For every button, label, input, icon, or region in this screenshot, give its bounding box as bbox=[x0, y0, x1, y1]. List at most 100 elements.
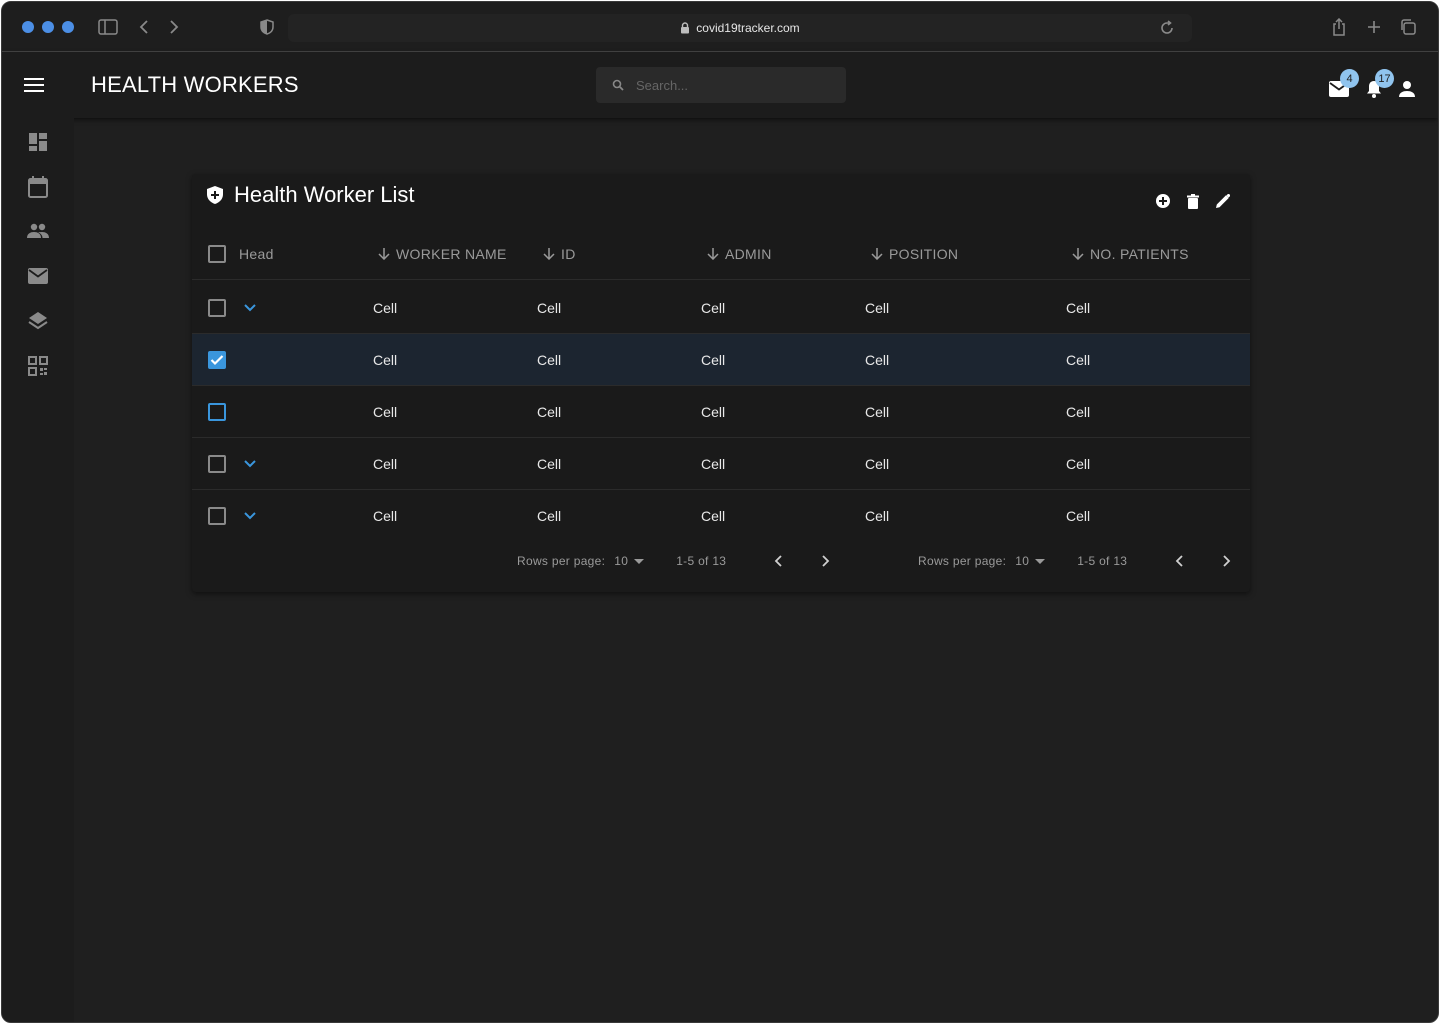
column-head[interactable]: Head bbox=[239, 246, 274, 262]
select-all-checkbox[interactable] bbox=[208, 245, 226, 263]
check-icon bbox=[210, 355, 224, 366]
sort-arrow-icon bbox=[543, 248, 555, 260]
notifications-button[interactable]: 17 bbox=[1363, 69, 1394, 100]
sort-arrow-icon bbox=[1072, 248, 1084, 260]
delete-icon[interactable] bbox=[1184, 192, 1202, 210]
dropdown-arrow-icon bbox=[1035, 558, 1046, 564]
previous-page-icon[interactable] bbox=[1170, 552, 1188, 570]
table-cell: Cell bbox=[865, 300, 890, 316]
table-cell: Cell bbox=[1066, 352, 1091, 368]
previous-page-icon[interactable] bbox=[769, 552, 787, 570]
table-row[interactable]: Cell Cell Cell Cell Cell bbox=[192, 490, 1250, 542]
mail-icon[interactable] bbox=[26, 264, 50, 288]
search-icon bbox=[612, 79, 624, 91]
address-bar[interactable]: covid19tracker.com bbox=[288, 14, 1192, 42]
row-checkbox[interactable] bbox=[208, 403, 226, 421]
rows-per-page-label: Rows per page: bbox=[517, 554, 606, 568]
table-cell: Cell bbox=[701, 300, 726, 316]
table-row[interactable]: Cell Cell Cell Cell Cell bbox=[192, 438, 1250, 490]
lock-icon bbox=[681, 22, 690, 34]
column-patients[interactable]: NO. PATIENTS bbox=[1072, 246, 1189, 262]
table-cell: Cell bbox=[701, 404, 726, 420]
chevron-down-icon[interactable] bbox=[242, 456, 258, 472]
table-cell: Cell bbox=[373, 404, 398, 420]
back-icon[interactable] bbox=[133, 16, 155, 38]
row-checkbox[interactable] bbox=[208, 455, 226, 473]
reload-icon[interactable] bbox=[1158, 19, 1182, 40]
row-checkbox[interactable] bbox=[208, 299, 226, 317]
window-controls bbox=[22, 21, 74, 33]
dashboard-icon[interactable] bbox=[26, 130, 50, 154]
close-window-button[interactable] bbox=[22, 21, 34, 33]
search-input[interactable] bbox=[636, 77, 826, 93]
rows-per-page-select[interactable]: 10 bbox=[1015, 554, 1046, 568]
column-worker-name[interactable]: WORKER NAME bbox=[378, 246, 507, 262]
rows-per-page-select[interactable]: 10 bbox=[614, 554, 645, 568]
table-cell: Cell bbox=[373, 300, 398, 316]
sidebar-toggle-icon[interactable] bbox=[97, 16, 119, 38]
column-id[interactable]: ID bbox=[543, 246, 576, 262]
shield-plus-icon bbox=[206, 185, 224, 205]
browser-toolbar: covid19tracker.com bbox=[2, 2, 1438, 52]
app-bar: HEALTH WORKERS 4 17 bbox=[2, 52, 1438, 118]
pagination: Rows per page: 10 1-5 of 13 bbox=[918, 554, 1248, 568]
next-page-icon[interactable] bbox=[1218, 552, 1236, 570]
card-header: Health Worker List bbox=[206, 182, 415, 208]
table-row[interactable]: Cell Cell Cell Cell Cell bbox=[192, 334, 1250, 386]
table-cell: Cell bbox=[373, 352, 398, 368]
table-cell: Cell bbox=[537, 456, 562, 472]
account-icon[interactable] bbox=[1396, 78, 1418, 100]
page-range: 1-5 of 13 bbox=[1077, 554, 1128, 568]
add-circle-icon[interactable] bbox=[1154, 192, 1172, 210]
column-worker-name-label: WORKER NAME bbox=[396, 246, 507, 262]
card-title: Health Worker List bbox=[234, 182, 415, 207]
column-head-label: Head bbox=[239, 246, 274, 262]
page-title: HEALTH WORKERS bbox=[91, 72, 299, 97]
column-id-label: ID bbox=[561, 246, 576, 262]
next-page-icon[interactable] bbox=[817, 552, 835, 570]
rows-per-page-value: 10 bbox=[1015, 554, 1030, 568]
table-cell: Cell bbox=[1066, 508, 1091, 524]
mail-button[interactable]: 4 bbox=[1328, 69, 1359, 100]
table-cell: Cell bbox=[865, 352, 890, 368]
edit-icon[interactable] bbox=[1214, 192, 1232, 210]
table-header: Head WORKER NAME ID ADMIN POSITION NO. P… bbox=[192, 228, 1250, 280]
sort-arrow-icon bbox=[871, 248, 883, 260]
column-patients-label: NO. PATIENTS bbox=[1090, 246, 1189, 262]
rows-per-page-value: 10 bbox=[614, 554, 629, 568]
zoom-window-button[interactable] bbox=[62, 21, 74, 33]
column-admin[interactable]: ADMIN bbox=[707, 246, 772, 262]
forward-icon[interactable] bbox=[163, 16, 185, 38]
browser-window: covid19tracker.com HEALTH WORKERS Search… bbox=[1, 1, 1439, 1023]
table-cell: Cell bbox=[1066, 300, 1091, 316]
menu-icon[interactable] bbox=[22, 73, 46, 97]
share-icon[interactable] bbox=[1328, 16, 1350, 38]
table-cell: Cell bbox=[537, 300, 562, 316]
qr-icon[interactable] bbox=[26, 354, 50, 378]
table-cell: Cell bbox=[865, 404, 890, 420]
column-position[interactable]: POSITION bbox=[871, 246, 958, 262]
table-cell: Cell bbox=[373, 456, 398, 472]
url-text: covid19tracker.com bbox=[696, 21, 800, 35]
notifications-badge: 17 bbox=[1375, 69, 1394, 88]
table-cell: Cell bbox=[865, 456, 890, 472]
people-icon[interactable] bbox=[26, 219, 50, 243]
table-row[interactable]: Cell Cell Cell Cell Cell bbox=[192, 386, 1250, 438]
search-box bbox=[596, 67, 846, 103]
table-cell: Cell bbox=[701, 456, 726, 472]
column-position-label: POSITION bbox=[889, 246, 959, 262]
calendar-icon[interactable] bbox=[26, 175, 50, 199]
table-cell: Cell bbox=[701, 352, 726, 368]
row-checkbox[interactable] bbox=[208, 507, 226, 525]
table-row[interactable]: Cell Cell Cell Cell Cell bbox=[192, 282, 1250, 334]
minimize-window-button[interactable] bbox=[42, 21, 54, 33]
new-tab-icon[interactable] bbox=[1363, 16, 1385, 38]
table-cell: Cell bbox=[537, 508, 562, 524]
chevron-down-icon[interactable] bbox=[242, 508, 258, 524]
chevron-down-icon[interactable] bbox=[242, 300, 258, 316]
privacy-shield-icon[interactable] bbox=[256, 16, 278, 38]
tabs-overview-icon[interactable] bbox=[1397, 16, 1419, 38]
row-checkbox[interactable] bbox=[208, 351, 226, 369]
table-cell: Cell bbox=[373, 508, 398, 524]
layers-icon[interactable] bbox=[26, 309, 50, 333]
